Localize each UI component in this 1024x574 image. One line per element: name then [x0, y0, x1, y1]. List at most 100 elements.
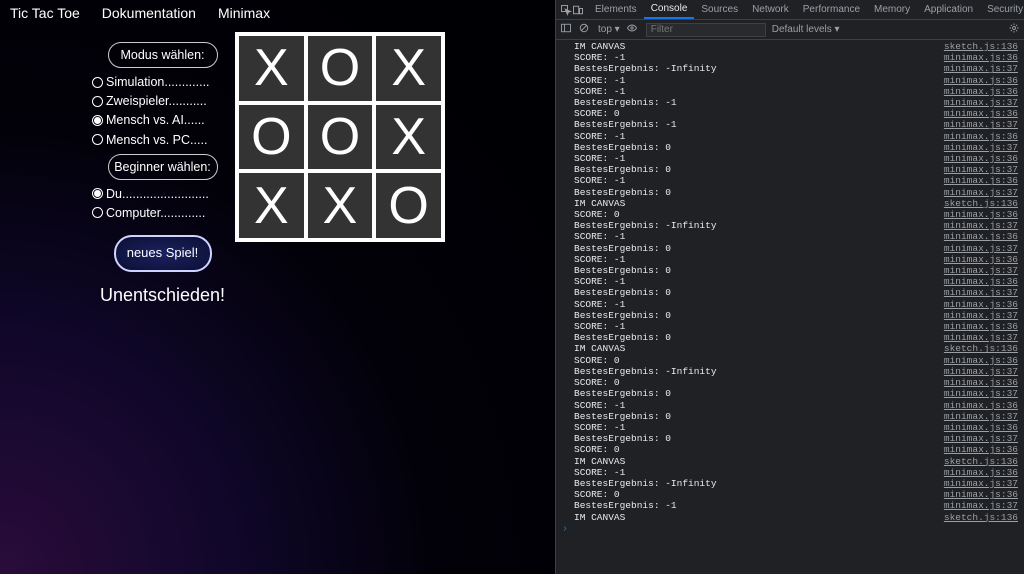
console-log-source-link[interactable]: minimax.js:37 — [936, 142, 1018, 153]
nav-link-dokumentation[interactable]: Dokumentation — [102, 5, 196, 21]
board-cell-1[interactable]: O — [308, 36, 373, 101]
tab-performance[interactable]: Performance — [796, 1, 867, 18]
console-log-source-link[interactable]: minimax.js:37 — [936, 287, 1018, 298]
console-prompt[interactable]: › — [556, 523, 1024, 536]
console-sidebar-toggle-icon[interactable] — [560, 22, 572, 37]
console-log-source-link[interactable]: sketch.js:136 — [936, 343, 1018, 354]
inspect-icon[interactable] — [560, 3, 572, 17]
mode-radio-zweispieler[interactable] — [92, 96, 103, 107]
console-log-source-link[interactable]: minimax.js:36 — [936, 52, 1018, 63]
clear-console-icon[interactable] — [578, 22, 592, 37]
console-log-source-link[interactable]: minimax.js:37 — [936, 310, 1018, 321]
console-log-source-link[interactable]: minimax.js:36 — [936, 400, 1018, 411]
console-log-source-link[interactable]: minimax.js:36 — [936, 489, 1018, 500]
console-filter-input[interactable] — [646, 23, 766, 37]
starter-option-computer[interactable]: Computer............. — [90, 204, 235, 223]
console-log-source-link[interactable]: minimax.js:37 — [936, 63, 1018, 74]
console-log-source-link[interactable]: minimax.js:36 — [936, 175, 1018, 186]
console-log-source-link[interactable]: sketch.js:136 — [936, 512, 1018, 523]
console-log-source-link[interactable]: minimax.js:37 — [936, 388, 1018, 399]
console-log-source-link[interactable]: sketch.js:136 — [936, 456, 1018, 467]
console-log-source-link[interactable]: minimax.js:37 — [936, 220, 1018, 231]
console-log-message: SCORE: 0 — [574, 377, 936, 388]
console-log-row: SCORE: -1minimax.js:36 — [556, 231, 1024, 242]
tab-memory[interactable]: Memory — [867, 1, 917, 18]
mode-option-mensch-ai[interactable]: Mensch vs. AI...... — [90, 111, 235, 130]
log-levels-dropdown[interactable]: Default levels ▾ — [772, 24, 840, 35]
board-cell-0[interactable]: X — [239, 36, 304, 101]
console-log-source-link[interactable]: minimax.js:37 — [936, 366, 1018, 377]
console-log-source-link[interactable]: minimax.js:37 — [936, 411, 1018, 422]
mode-radio-mensch-pc[interactable] — [92, 134, 103, 145]
console-log-source-link[interactable]: minimax.js:36 — [936, 299, 1018, 310]
console-log-source-link[interactable]: sketch.js:136 — [936, 198, 1018, 209]
console-log-source-link[interactable]: minimax.js:36 — [936, 377, 1018, 388]
tab-security[interactable]: Security — [980, 1, 1024, 18]
mode-option-mensch-pc[interactable]: Mensch vs. PC..... — [90, 131, 235, 150]
console-log-source-link[interactable]: minimax.js:36 — [936, 75, 1018, 86]
console-log-source-link[interactable]: minimax.js:37 — [936, 187, 1018, 198]
console-log-row: BestesErgebnis: 0minimax.js:37 — [556, 411, 1024, 422]
mode-radio-mensch-ai[interactable] — [92, 115, 103, 126]
console-log-source-link[interactable]: minimax.js:36 — [936, 231, 1018, 242]
console-log-source-link[interactable]: minimax.js:36 — [936, 209, 1018, 220]
tab-sources[interactable]: Sources — [694, 1, 745, 18]
mode-radio-simulation[interactable] — [92, 77, 103, 88]
console-settings-icon[interactable] — [1008, 22, 1020, 37]
mode-option-simulation[interactable]: Simulation............. — [90, 73, 235, 92]
board-cell-2[interactable]: X — [376, 36, 441, 101]
console-log-row: SCORE: 0minimax.js:36 — [556, 444, 1024, 455]
console-log-source-link[interactable]: minimax.js:36 — [936, 355, 1018, 366]
board-cell-8[interactable]: O — [376, 173, 441, 238]
board-cell-4[interactable]: O — [308, 105, 373, 170]
board-cell-7[interactable]: X — [308, 173, 373, 238]
console-log-source-link[interactable]: minimax.js:36 — [936, 422, 1018, 433]
console-log-source-link[interactable]: minimax.js:36 — [936, 321, 1018, 332]
console-log-row: IM CANVASsketch.js:136 — [556, 41, 1024, 52]
console-log-source-link[interactable]: minimax.js:37 — [936, 119, 1018, 130]
starter-radio-computer[interactable] — [92, 207, 103, 218]
console-log-message: IM CANVAS — [574, 343, 936, 354]
console-log-source-link[interactable]: minimax.js:36 — [936, 153, 1018, 164]
console-log-source-link[interactable]: minimax.js:36 — [936, 254, 1018, 265]
device-toggle-icon[interactable] — [572, 3, 584, 17]
console-log-source-link[interactable]: minimax.js:36 — [936, 276, 1018, 287]
live-expression-icon[interactable] — [626, 22, 640, 37]
console-log-source-link[interactable]: minimax.js:37 — [936, 164, 1018, 175]
console-log-row: SCORE: -1minimax.js:36 — [556, 254, 1024, 265]
starter-option-du[interactable]: Du......................... — [90, 185, 235, 204]
console-log-source-link[interactable]: minimax.js:37 — [936, 97, 1018, 108]
console-log-source-link[interactable]: minimax.js:37 — [936, 433, 1018, 444]
console-log-source-link[interactable]: minimax.js:36 — [936, 467, 1018, 478]
console-log-row: SCORE: -1minimax.js:36 — [556, 131, 1024, 142]
starter-heading[interactable]: Beginner wählen: — [108, 154, 218, 180]
tab-console[interactable]: Console — [644, 0, 695, 19]
board-cell-3[interactable]: O — [239, 105, 304, 170]
board-cell-6[interactable]: X — [239, 173, 304, 238]
console-log-source-link[interactable]: minimax.js:37 — [936, 243, 1018, 254]
devtools-pane: Elements Console Sources Network Perform… — [555, 0, 1024, 574]
console-log-source-link[interactable]: sketch.js:136 — [936, 41, 1018, 52]
nav-link-minimax[interactable]: Minimax — [218, 5, 270, 21]
console-log-source-link[interactable]: minimax.js:37 — [936, 478, 1018, 489]
console-log-message: SCORE: -1 — [574, 75, 936, 86]
tab-elements[interactable]: Elements — [588, 1, 644, 18]
console-log-source-link[interactable]: minimax.js:36 — [936, 444, 1018, 455]
console-log-row: IM CANVASsketch.js:136 — [556, 456, 1024, 467]
mode-option-zweispieler[interactable]: Zweispieler........... — [90, 92, 235, 111]
console-log-source-link[interactable]: minimax.js:36 — [936, 108, 1018, 119]
new-game-button[interactable]: neues Spiel! — [114, 235, 212, 272]
console-log-source-link[interactable]: minimax.js:37 — [936, 332, 1018, 343]
context-selector[interactable]: top ▾ — [598, 24, 620, 35]
console-log-area[interactable]: IM CANVASsketch.js:136SCORE: -1minimax.j… — [556, 40, 1024, 574]
console-log-source-link[interactable]: minimax.js:36 — [936, 86, 1018, 97]
console-log-source-link[interactable]: minimax.js:37 — [936, 500, 1018, 511]
mode-heading[interactable]: Modus wählen: — [108, 42, 218, 68]
starter-radio-du[interactable] — [92, 188, 103, 199]
tab-network[interactable]: Network — [745, 1, 796, 18]
tab-application[interactable]: Application — [917, 1, 980, 18]
console-log-source-link[interactable]: minimax.js:36 — [936, 131, 1018, 142]
board-cell-5[interactable]: X — [376, 105, 441, 170]
nav-link-tictactoe[interactable]: Tic Tac Toe — [10, 5, 80, 21]
console-log-source-link[interactable]: minimax.js:37 — [936, 265, 1018, 276]
